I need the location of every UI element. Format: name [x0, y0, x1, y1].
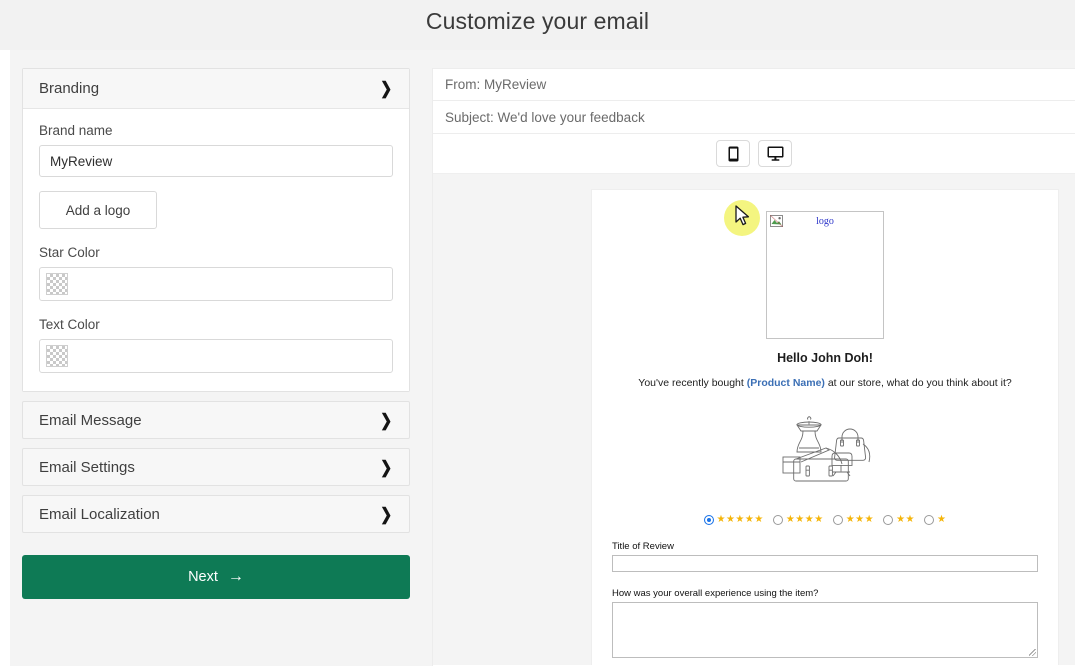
review-title-input[interactable]	[612, 555, 1038, 572]
branding-section-title: Branding	[39, 80, 100, 97]
preview-subject-row: Subject: We'd love your feedback	[433, 101, 1075, 134]
text-color-field: Text Color	[39, 317, 393, 373]
email-preview-panel: From: MyReview Subject: We'd love your f…	[432, 68, 1075, 666]
star-color-input[interactable]	[39, 267, 393, 301]
review-experience-label: How was your overall experience using th…	[612, 588, 819, 599]
section-email-settings[interactable]: Email Settings ❯	[22, 448, 410, 486]
section-email-message[interactable]: Email Message ❯	[22, 401, 410, 439]
section-email-settings-label: Email Settings	[39, 458, 135, 476]
chevron-right-icon: ❯	[379, 410, 392, 430]
product-illustration-wrap	[612, 411, 1038, 483]
rating-stars-1: ★	[937, 514, 947, 525]
brand-name-input[interactable]: MyReview	[39, 145, 393, 177]
rating-option-4[interactable]: ★★★★	[772, 514, 824, 525]
text-color-swatch	[46, 345, 68, 367]
rating-radio-2[interactable]	[883, 515, 894, 525]
app-page: Customize your email Branding ❯ Brand na…	[0, 0, 1075, 666]
rating-radio-5[interactable]	[703, 515, 714, 525]
settings-panel: Branding ❯ Brand name MyReview Add a log…	[22, 68, 410, 599]
rating-option-3[interactable]: ★★★	[832, 514, 875, 525]
email-preview-stage: logo Hello John Doh! You've recently bou…	[433, 174, 1075, 665]
branding-section-body: Brand name MyReview Add a logo Star Colo…	[23, 109, 409, 391]
add-logo-button[interactable]: Add a logo	[39, 191, 157, 229]
desktop-icon	[767, 146, 783, 161]
mobile-view-button[interactable]	[716, 140, 750, 167]
next-button-label: Next	[188, 569, 218, 585]
rating-option-1[interactable]: ★	[924, 515, 946, 525]
arrow-right-icon: →	[227, 568, 244, 585]
star-rating-options: ★★★★★ ★★★★ ★★★ ★★ ★	[612, 515, 1038, 525]
branding-card: Branding ❯ Brand name MyReview Add a log…	[22, 68, 410, 392]
email-logo-placeholder: logo	[766, 211, 884, 339]
section-email-localization-label: Email Localization	[39, 505, 160, 523]
rating-radio-3[interactable]	[832, 515, 843, 525]
rating-option-2[interactable]: ★★	[883, 515, 915, 525]
email-logo-alt-text: logo	[816, 216, 834, 227]
review-experience-textarea[interactable]	[612, 602, 1038, 658]
rating-stars-3: ★★★	[845, 514, 875, 525]
desktop-view-button[interactable]	[758, 140, 792, 167]
chevron-right-icon: ❯	[379, 79, 392, 98]
left-edge-gutter	[0, 0, 10, 666]
preview-from-row: From: MyReview	[433, 68, 1075, 101]
email-lead-before: You've recently bought	[638, 377, 747, 389]
text-color-label: Text Color	[39, 317, 100, 332]
branding-section-header[interactable]: Branding ❯	[23, 69, 409, 109]
resize-grip-icon[interactable]	[1029, 649, 1036, 656]
email-product-name: (Product Name)	[746, 377, 825, 389]
bags-illustration	[782, 416, 871, 482]
rating-option-5[interactable]: ★★★★★	[703, 514, 764, 525]
next-button[interactable]: Next →	[22, 555, 410, 599]
rating-stars-2: ★★	[896, 514, 916, 525]
email-lead-text: You've recently bought (Product Name) at…	[612, 377, 1038, 389]
email-body-card: logo Hello John Doh! You've recently bou…	[591, 189, 1059, 665]
text-color-input[interactable]	[39, 339, 393, 373]
section-email-localization[interactable]: Email Localization ❯	[22, 495, 410, 533]
rating-radio-4[interactable]	[772, 515, 783, 525]
rating-stars-4: ★★★★	[785, 514, 824, 525]
review-title-label: Title of Review	[612, 541, 674, 552]
page-title: Customize your email	[425, 8, 650, 34]
device-toggle-bar	[433, 134, 1075, 174]
email-lead-after: at our store, what do you think about it…	[824, 377, 1012, 389]
brand-name-label: Brand name	[39, 123, 113, 138]
star-color-field: Star Color	[39, 245, 393, 301]
star-color-swatch	[46, 273, 68, 295]
chevron-right-icon: ❯	[379, 457, 392, 477]
email-greeting: Hello John Doh!	[777, 351, 873, 365]
email-body-inner: logo Hello John Doh! You've recently bou…	[592, 190, 1058, 665]
app-header: Customize your email	[0, 0, 1075, 50]
chevron-right-icon: ❯	[379, 504, 392, 524]
phone-icon	[728, 146, 738, 161]
rating-radio-1[interactable]	[924, 515, 935, 525]
section-email-message-label: Email Message	[39, 411, 142, 429]
mouse-cursor-icon	[735, 205, 750, 226]
rating-stars-5: ★★★★★	[716, 514, 764, 525]
star-color-label: Star Color	[39, 245, 100, 260]
